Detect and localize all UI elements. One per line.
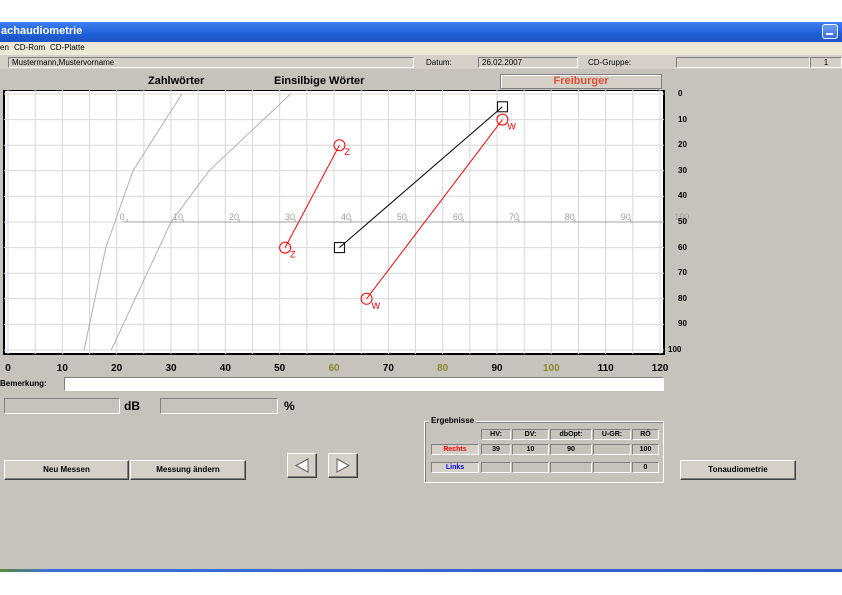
y-tick-label: 50 (678, 217, 687, 226)
window-title: achaudiometrie (1, 25, 83, 37)
inner-scale-tick: 50 (397, 212, 407, 222)
taskbar-strip (0, 569, 842, 572)
results-column-header: dbOpt: (550, 429, 592, 440)
header-zahlwoerter: Zahlwörter (148, 75, 205, 87)
messung-aendern-label: Messung ändern (156, 465, 220, 474)
percent-unit-label: % (284, 399, 295, 413)
results-column-header: RÖ (632, 429, 659, 440)
results-cell: 0 (632, 462, 659, 473)
y-tick-label: 100 (668, 345, 682, 354)
patient-info-bar: Mustermann,Mustervorname Datum: 26.02.20… (0, 55, 842, 69)
inner-scale-tick: 20 (229, 212, 239, 222)
cd-group-field (676, 57, 810, 68)
minimize-button[interactable] (822, 24, 838, 39)
results-row-label: Rechts (431, 444, 479, 455)
messung-aendern-button[interactable]: Messung ändern (130, 460, 246, 480)
taskbar (0, 569, 842, 595)
inner-scale-tick: 60 (453, 212, 463, 222)
y-tick-label: 20 (678, 140, 687, 150)
inner-scale-tick: 30 (285, 212, 295, 222)
triangle-left-icon (294, 458, 309, 473)
inner-scale-tick: 80 (565, 212, 575, 222)
x-tick-label: 80 (437, 363, 449, 374)
y-tick-label: 90 (678, 319, 687, 329)
results-cell: 90 (550, 444, 592, 455)
y-tick-label: 70 (678, 268, 687, 278)
results-column-header: HV: (481, 429, 511, 440)
tonaudiometrie-label: Tonaudiometrie (708, 465, 768, 474)
x-tick-label: 90 (491, 363, 503, 374)
neu-messen-label: Neu Messen (43, 465, 90, 474)
previous-button[interactable] (287, 453, 317, 478)
date-field: 26.02.2007 (478, 57, 578, 68)
results-column-header: U-GR: (593, 429, 631, 440)
title-bar: achaudiometrie (0, 22, 842, 42)
y-tick-label: 80 (678, 293, 687, 303)
x-tick-label: 100 (542, 363, 560, 374)
y-tick-label: 10 (678, 114, 687, 124)
x-tick-label: 0 (5, 363, 11, 374)
page-number-field: 1 (810, 57, 842, 68)
date-label: Datum: (426, 58, 452, 67)
neu-messen-button[interactable]: Neu Messen (4, 460, 129, 480)
results-cell: 100 (632, 444, 659, 455)
cd-group-label: CD-Gruppe: (588, 58, 632, 67)
next-button[interactable] (328, 453, 358, 478)
results-cell: 39 (481, 444, 511, 455)
inner-scale-tick: 40 (341, 212, 351, 222)
results-cell (512, 462, 549, 473)
menu-item-cd-platte[interactable]: CD-Platte (50, 43, 85, 52)
results-row-label: Links (431, 462, 479, 473)
x-tick-label: 70 (382, 363, 394, 374)
results-cell (593, 462, 631, 473)
menu-bar: en CD-Rom CD-Platte (0, 42, 842, 55)
x-tick-label: 50 (274, 363, 286, 374)
data-point-label: Z (290, 250, 296, 260)
results-cell (593, 444, 631, 455)
results-cell: 10 (512, 444, 549, 455)
results-column-header: DV: (512, 429, 549, 440)
x-tick-label: 10 (56, 363, 68, 374)
x-tick-label: 30 (165, 363, 177, 374)
x-tick-label: 120 (651, 363, 669, 374)
data-point-label: W (372, 301, 381, 311)
x-tick-label: 40 (219, 363, 231, 374)
data-point-label: W (507, 122, 516, 132)
results-cell (550, 462, 592, 473)
x-tick-label: 110 (597, 363, 614, 374)
y-tick-label: 40 (678, 191, 687, 201)
db-input[interactable] (4, 398, 120, 414)
inner-scale-tick: 0 (120, 212, 125, 222)
inner-scale-tick: 90 (621, 212, 631, 222)
y-tick-label: 30 (678, 165, 687, 175)
results-cell (481, 462, 511, 473)
inner-scale-tick: 70 (509, 212, 519, 222)
test-type-field: Freiburger (500, 74, 662, 89)
bemerkung-input[interactable] (64, 377, 664, 391)
percent-input[interactable] (160, 398, 278, 414)
header-einsilbige-woerter: Einsilbige Wörter (274, 75, 365, 87)
menu-item-cd-rom[interactable]: CD-Rom (14, 43, 45, 52)
data-point-label: Z (344, 147, 350, 157)
tonaudiometrie-button[interactable]: Tonaudiometrie (680, 460, 796, 480)
patient-name-field: Mustermann,Mustervorname (8, 57, 414, 68)
speech-audiogram-chart: 0 10 20 30 40 50 60 70 80 90 100 Z Z W W (3, 90, 689, 355)
x-tick-label: 60 (328, 363, 340, 374)
bemerkung-label: Bemerkung: (0, 379, 47, 388)
x-tick-label: 20 (111, 363, 123, 374)
y-tick-label: 60 (678, 242, 687, 252)
db-unit-label: dB (124, 399, 140, 413)
results-title: Ergebnisse (429, 416, 477, 425)
triangle-right-icon (336, 458, 351, 473)
y-tick-label: 0 (678, 89, 683, 98)
menu-item-file[interactable]: en (0, 43, 9, 52)
